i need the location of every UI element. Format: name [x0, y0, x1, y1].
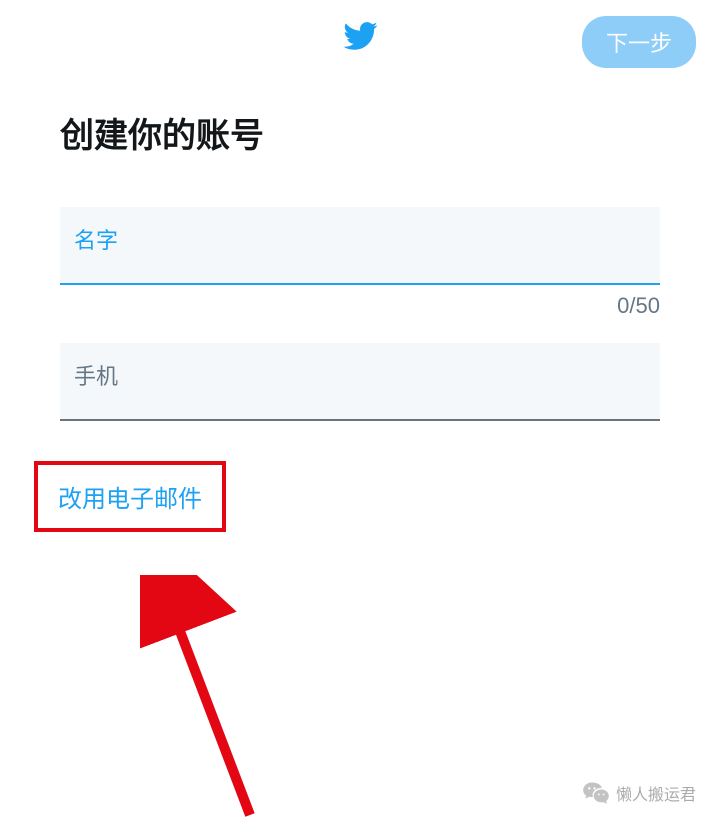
switch-to-email-link[interactable]: 改用电子邮件	[58, 486, 202, 513]
annotation-arrow-icon	[140, 575, 280, 835]
name-input-label: 名字	[74, 223, 646, 255]
watermark: 懒人搬运君	[582, 779, 696, 807]
name-input-counter: 0/50	[60, 293, 660, 319]
phone-input-label: 手机	[74, 359, 646, 391]
highlight-annotation-box: 改用电子邮件	[34, 461, 226, 532]
page-title: 创建你的账号	[60, 108, 660, 157]
next-button[interactable]: 下一步	[582, 16, 696, 68]
watermark-text: 懒人搬运君	[616, 781, 696, 805]
twitter-logo-icon	[339, 18, 381, 59]
wechat-icon	[582, 779, 610, 807]
name-input[interactable]: 名字	[60, 207, 660, 285]
phone-input[interactable]: 手机	[60, 343, 660, 421]
